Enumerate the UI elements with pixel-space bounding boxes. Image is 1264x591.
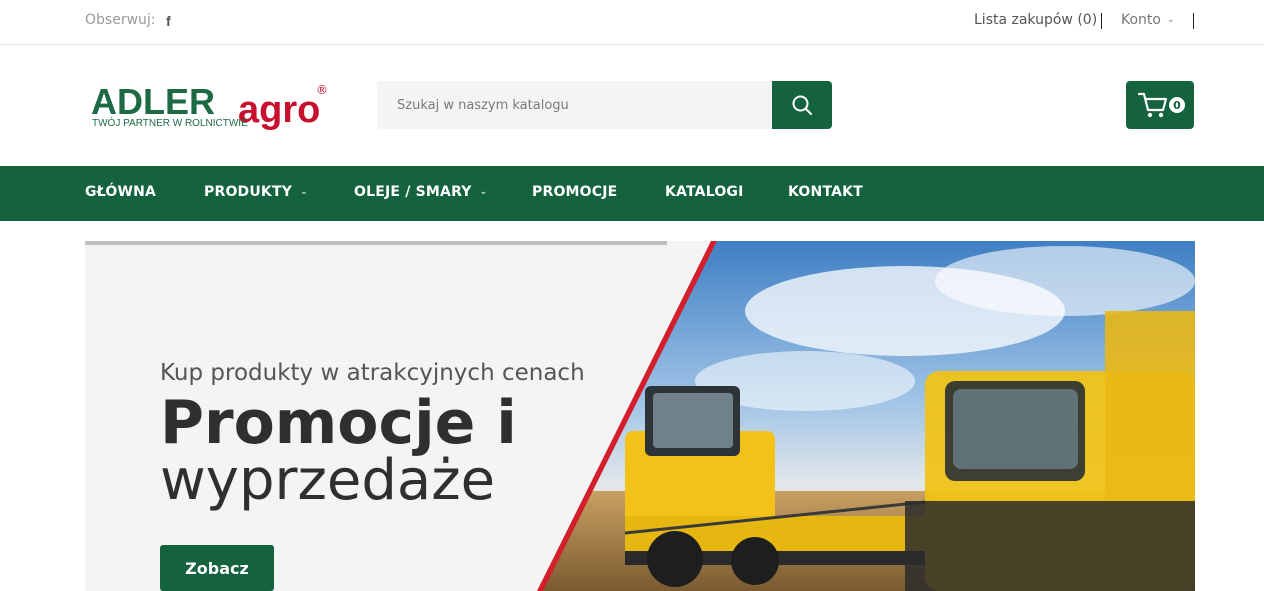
hero-title-line2: wyprzedaże xyxy=(160,448,496,513)
divider xyxy=(1193,13,1194,29)
nav-label: GŁÓWNA xyxy=(85,184,157,200)
follow-label: Obserwuj: xyxy=(85,12,156,28)
hero-banner[interactable]: Kup produkty w atrakcyjnych cenach Promo… xyxy=(85,241,1195,591)
hero-subtitle: Kup produkty w atrakcyjnych cenach xyxy=(160,360,585,386)
cart-icon xyxy=(1138,92,1168,118)
cart-button[interactable]: 0 xyxy=(1126,81,1194,129)
logo-brand-left: ADLER xyxy=(91,81,215,122)
adleragro-logo[interactable]: ADLER agro ® TWÓJ PARTNER W ROLNICTWIE xyxy=(88,78,333,138)
search-button[interactable] xyxy=(772,81,832,129)
search-icon xyxy=(792,95,813,116)
nav-item-oleje-smary[interactable]: OLEJE / SMARY ⌄ xyxy=(354,184,487,200)
shopping-list-link[interactable]: Lista zakupów (0) xyxy=(974,12,1097,28)
chevron-down-icon: ⌄ xyxy=(300,187,308,197)
facebook-icon[interactable]: f xyxy=(166,13,171,29)
nav-label: PROMOCJE xyxy=(532,184,618,200)
account-label: Konto xyxy=(1121,12,1161,28)
nav-label: OLEJE / SMARY xyxy=(354,184,472,200)
nav-item-kontakt[interactable]: KONTAKT xyxy=(788,184,863,200)
logo-registered: ® xyxy=(316,83,328,97)
divider xyxy=(1101,13,1102,29)
nav-item-glowna[interactable]: GŁÓWNA xyxy=(85,184,156,200)
nav-label: KONTAKT xyxy=(788,184,863,200)
logo-tagline: TWÓJ PARTNER W ROLNICTWIE xyxy=(92,116,248,129)
nav-item-promocje[interactable]: PROMOCJE xyxy=(532,184,617,200)
hero-title-line1: Promocje i xyxy=(160,388,517,458)
slider-progress-bar xyxy=(85,241,667,245)
cart-count-badge: 0 xyxy=(1169,97,1185,113)
logo-brand-right: agro xyxy=(238,89,320,131)
chevron-down-icon: ⌄ xyxy=(1166,15,1175,25)
hero-cta-button[interactable]: Zobacz xyxy=(160,545,274,591)
nav-item-katalogi[interactable]: KATALOGI xyxy=(665,184,744,200)
account-menu[interactable]: Konto ⌄ xyxy=(1121,12,1175,28)
nav-label: PRODUKTY xyxy=(204,184,293,200)
nav-item-produkty[interactable]: PRODUKTY ⌄ xyxy=(204,184,308,200)
chevron-down-icon: ⌄ xyxy=(479,187,488,197)
top-bar: Obserwuj: f Lista zakupów (0) Konto ⌄ xyxy=(0,0,1264,45)
main-nav: GŁÓWNA PRODUKTY ⌄ OLEJE / SMARY ⌄ PROMOCJE… xyxy=(0,166,1264,221)
nav-label: KATALOGI xyxy=(665,184,744,200)
search-input[interactable] xyxy=(377,81,772,129)
